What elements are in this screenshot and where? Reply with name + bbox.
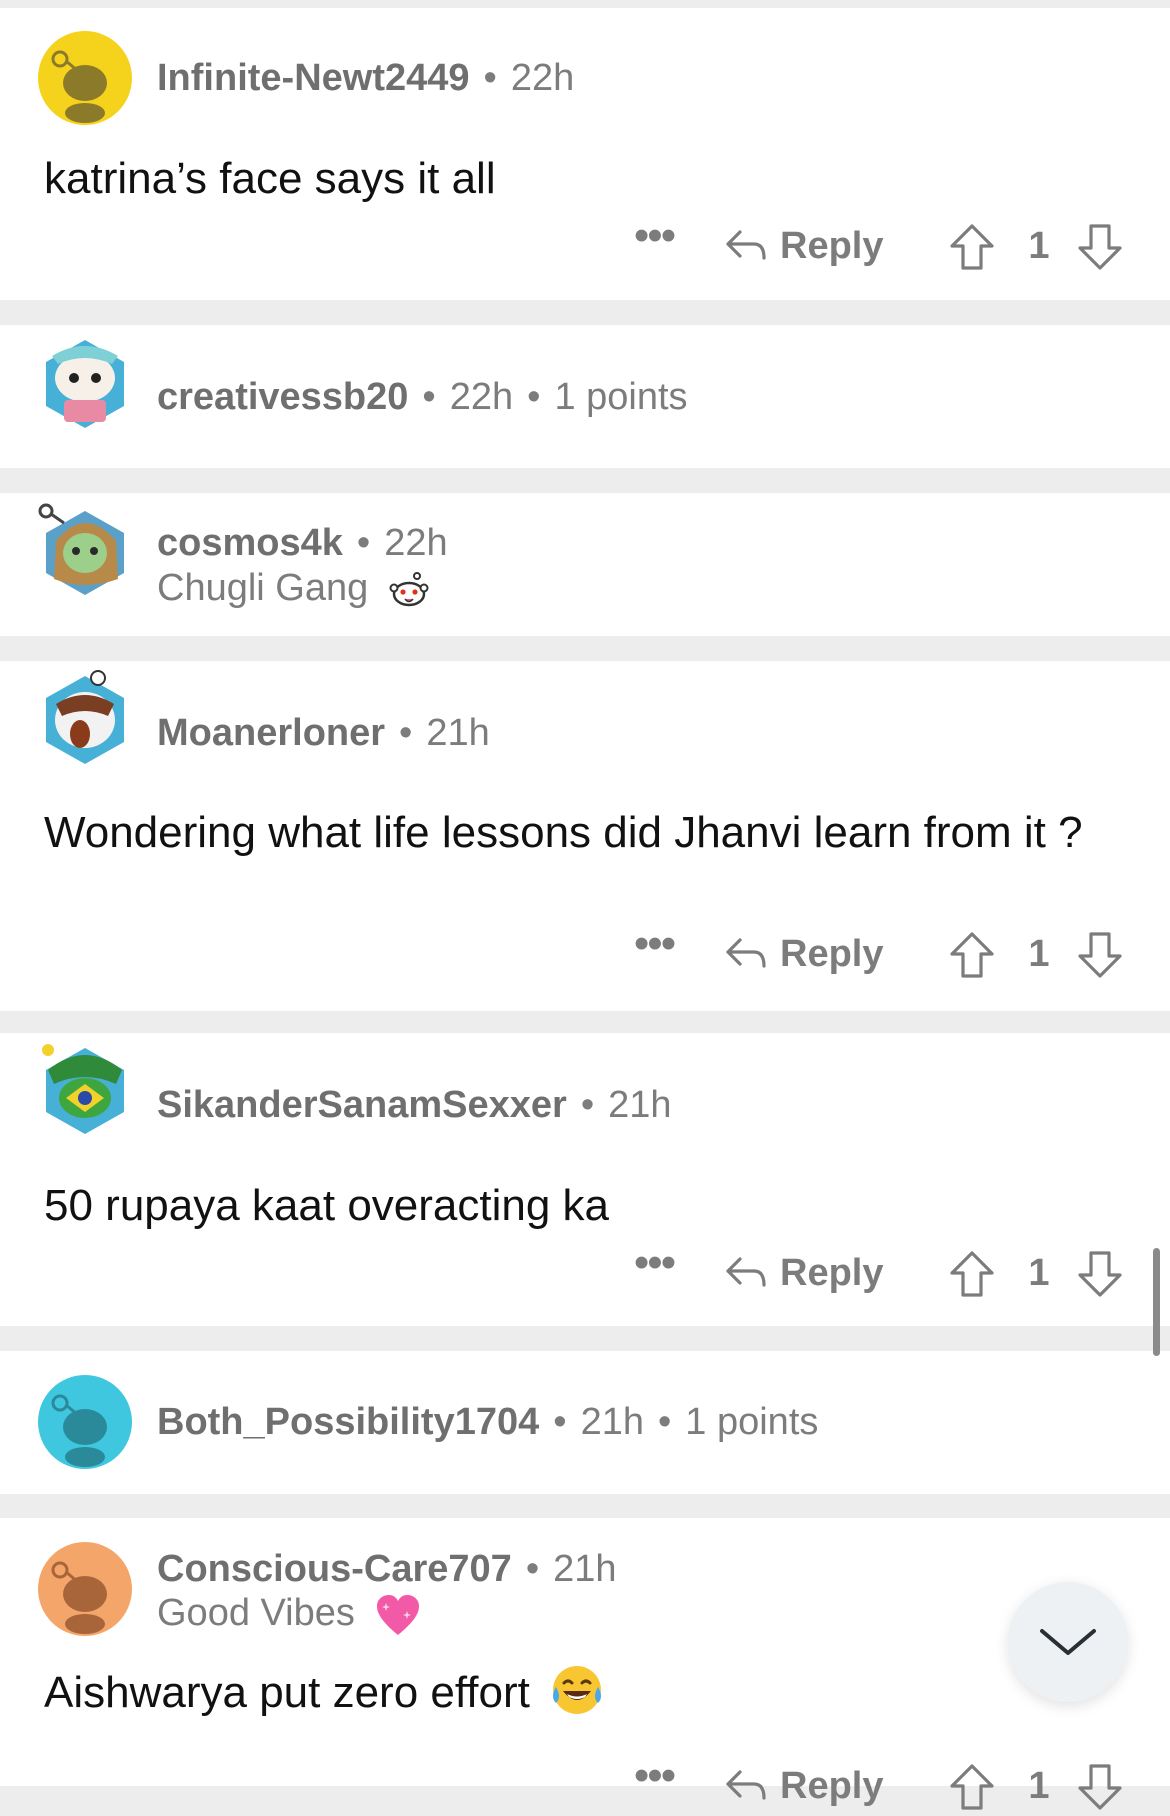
vote-score: 1 [1028,225,1050,267]
avatar[interactable] [38,1375,132,1469]
username[interactable]: Conscious-Care707 [157,1548,512,1590]
username[interactable]: Both_Possibility1704 [157,1401,539,1443]
sparkling-heart-icon [377,1594,420,1635]
points-count: 1 points [554,376,688,418]
separator-dot: • [356,522,371,564]
separator-dot: • [422,376,436,418]
separator-dot: • [553,1401,567,1443]
reply-button[interactable]: Reply [724,1756,883,1816]
upvote-icon[interactable] [948,222,996,272]
reply-icon [726,938,766,968]
more-options-button[interactable]: ••• [632,922,676,984]
flair-text: Good Vibes [157,1592,355,1634]
reply-icon [726,1770,766,1800]
username[interactable]: SikanderSanamSexxer [157,1084,567,1126]
username[interactable]: Moanerloner [157,712,385,754]
downvote-icon[interactable] [1076,1249,1124,1299]
comment: cosmos4k • 22h Chugli Gang [0,493,1170,636]
reply-icon [726,230,766,260]
user-flair: Good Vibes [157,1591,421,1637]
more-options-button[interactable]: ••• [632,1754,676,1816]
flair-text: Chugli Gang [157,567,369,609]
more-options-button[interactable]: ••• [632,214,676,276]
chevron-down-icon [1040,1629,1096,1655]
upvote-icon[interactable] [948,1249,996,1299]
next-comment-button[interactable] [1008,1582,1128,1702]
comment: creativessb20 • 22h • 1 points [0,325,1170,468]
timestamp: 22h [384,522,448,564]
avatar[interactable] [38,31,132,125]
points-count: 1 points [685,1401,819,1443]
laughing-tears-emoji [553,1666,602,1714]
comment-body: Aishwarya put zero effort [44,1663,1104,1720]
username[interactable]: Infinite-Newt2449 [157,57,470,99]
user-flair: Chugli Gang [157,566,429,610]
comment-body-text: Aishwarya put zero effort [44,1668,530,1717]
timestamp: 21h [608,1084,672,1126]
reply-label: Reply [780,224,884,267]
comment-body: 50 rupaya kaat overacting ka [44,1181,610,1230]
avatar[interactable] [38,501,132,595]
separator-dot: • [483,57,497,99]
upvote-icon[interactable] [948,1762,996,1812]
avatar[interactable] [38,1040,132,1134]
timestamp: 22h [510,57,575,99]
username[interactable]: cosmos4k [157,522,343,564]
snoo-tongue-icon [389,571,429,607]
reply-label: Reply [780,932,884,975]
reply-label: Reply [780,1764,884,1807]
downvote-icon[interactable] [1076,222,1124,272]
downvote-icon[interactable] [1076,1762,1124,1812]
reply-button[interactable]: Reply [724,924,883,984]
avatar[interactable] [38,1542,132,1636]
comment: Infinite-Newt2449 • 22h katrina’s face say… [0,8,1170,300]
avatar[interactable] [38,334,132,428]
timestamp: 21h [553,1548,617,1590]
more-options-button[interactable]: ••• [632,1241,676,1303]
separator-dot: • [399,712,413,754]
avatar[interactable] [38,670,132,764]
comment: Both_Possibility1704 • 21h • 1 points [0,1351,1170,1494]
comment: SikanderSanamSexxer • 21h 50 rupaya kaat o… [0,1033,1170,1326]
comment-body: Wondering what life lessons did Jhanvi l… [44,808,1083,857]
vote-score: 1 [1028,933,1050,975]
upvote-icon[interactable] [948,930,996,980]
timestamp: 22h [449,376,514,418]
reply-label: Reply [780,1251,884,1294]
vote-score: 1 [1028,1765,1050,1807]
separator-dot: • [657,1401,672,1443]
separator-dot: • [525,1548,540,1590]
reply-button[interactable]: Reply [724,216,883,276]
comment-body: katrina’s face says it all [44,154,496,203]
reply-icon [726,1257,766,1287]
username[interactable]: creativessb20 [157,376,408,418]
separator-dot: • [580,1084,595,1126]
comment: Moanerloner • 21h Wondering what life less… [0,661,1170,1011]
separator-dot: • [527,376,541,418]
timestamp: 21h [580,1401,644,1443]
timestamp: 21h [426,712,490,754]
reply-button[interactable]: Reply [724,1243,883,1303]
downvote-icon[interactable] [1076,930,1124,980]
vote-score: 1 [1028,1252,1050,1294]
scrollbar[interactable] [1153,1248,1160,1356]
comment: Conscious-Care707 • 21h Good Vibes Aishwar… [0,1518,1170,1810]
